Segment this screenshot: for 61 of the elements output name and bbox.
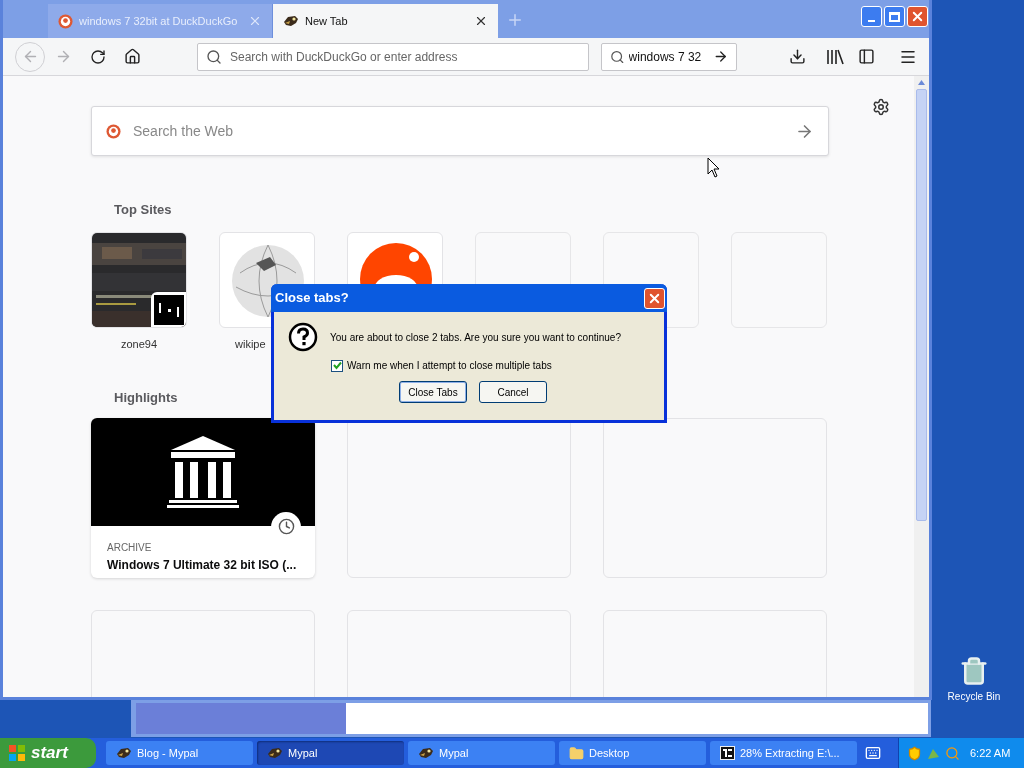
search-icon bbox=[206, 48, 222, 65]
folder-icon bbox=[569, 745, 584, 761]
archive-icon bbox=[720, 746, 735, 760]
pong-icon bbox=[154, 294, 184, 325]
dialog-message: You are about to close 2 tabs. Are you sure you want to continue? bbox=[330, 330, 621, 345]
close-icon bbox=[910, 9, 925, 24]
warn-checkbox[interactable] bbox=[331, 359, 343, 372]
animal-icon bbox=[267, 746, 283, 760]
desktop-icon-label[interactable]: Recycle Bin bbox=[947, 689, 1001, 704]
cursor-icon bbox=[707, 157, 720, 178]
card-title: Windows 7 Ultimate 32 bit ISO (... bbox=[107, 556, 298, 573]
download-icon[interactable] bbox=[789, 48, 806, 65]
keyboard-icon[interactable] bbox=[865, 745, 881, 761]
shield-icon[interactable] bbox=[907, 745, 922, 761]
windows-logo bbox=[8, 744, 26, 762]
recycle-bin-icon[interactable] bbox=[959, 656, 989, 686]
clock: 6:22 AM bbox=[970, 745, 1011, 761]
dialog-button[interactable]: Close Tabs bbox=[399, 381, 467, 403]
reload-icon[interactable] bbox=[90, 48, 106, 65]
dialog-title: Close tabs? bbox=[275, 289, 350, 308]
maximize-button[interactable] bbox=[884, 6, 905, 27]
scrollbar[interactable] bbox=[914, 76, 929, 697]
card-source: ARCHIVE bbox=[107, 540, 153, 555]
site-label: wikipe bbox=[235, 336, 266, 352]
search-input[interactable]: windows 7 32 bbox=[628, 47, 709, 66]
address-bar[interactable]: Search with DuckDuckGo or enter address bbox=[197, 42, 589, 71]
columns-icon bbox=[165, 433, 241, 510]
library-icon[interactable] bbox=[826, 48, 844, 65]
section-heading: Highlights bbox=[114, 389, 178, 407]
taskbar-button[interactable]: 28% Extracting E:\... bbox=[710, 741, 857, 765]
web-search-input[interactable]: Search the Web bbox=[133, 120, 783, 142]
dialog-button[interactable]: Cancel bbox=[479, 381, 547, 403]
taskbar-button[interactable]: Blog - Mypal bbox=[106, 741, 253, 765]
duck-icon bbox=[106, 123, 121, 139]
home-icon[interactable] bbox=[124, 48, 141, 65]
taskbar-button[interactable]: Mypal bbox=[257, 741, 404, 765]
animal-icon bbox=[116, 746, 132, 760]
close-tab-icon[interactable] bbox=[474, 14, 488, 28]
animal-icon bbox=[418, 746, 434, 760]
search-bar[interactable]: windows 7 32 bbox=[601, 42, 737, 71]
web-search-field[interactable]: Search the Web bbox=[91, 106, 829, 156]
section-heading: Top Sites bbox=[114, 201, 172, 219]
minimize-button[interactable] bbox=[861, 6, 882, 27]
sidebar-icon[interactable] bbox=[858, 48, 875, 65]
scroll-up-icon[interactable] bbox=[918, 80, 925, 85]
checkbox-label: Warn me when I attempt to close multiple tabs bbox=[347, 359, 552, 373]
taskbar-button[interactable]: Desktop bbox=[559, 741, 706, 765]
taskbar-button[interactable]: Mypal bbox=[408, 741, 555, 765]
clock-icon bbox=[277, 518, 295, 535]
site-label: zone94 bbox=[120, 336, 158, 352]
browser-tab[interactable]: New Tab bbox=[273, 4, 498, 38]
close-window-button[interactable] bbox=[907, 6, 928, 27]
dialog-close-button[interactable] bbox=[644, 287, 665, 309]
highlight-card[interactable]: ARCHIVE Windows 7 Ultimate 32 bit ISO (... bbox=[91, 417, 315, 578]
duck-icon bbox=[58, 13, 73, 29]
animal-icon bbox=[283, 14, 299, 28]
settings-icon[interactable] bbox=[872, 98, 890, 116]
search-icon bbox=[610, 48, 625, 65]
address-input[interactable]: Search with DuckDuckGo or enter address bbox=[230, 47, 580, 66]
question-icon bbox=[288, 322, 318, 352]
start-button[interactable]: start bbox=[0, 738, 96, 768]
